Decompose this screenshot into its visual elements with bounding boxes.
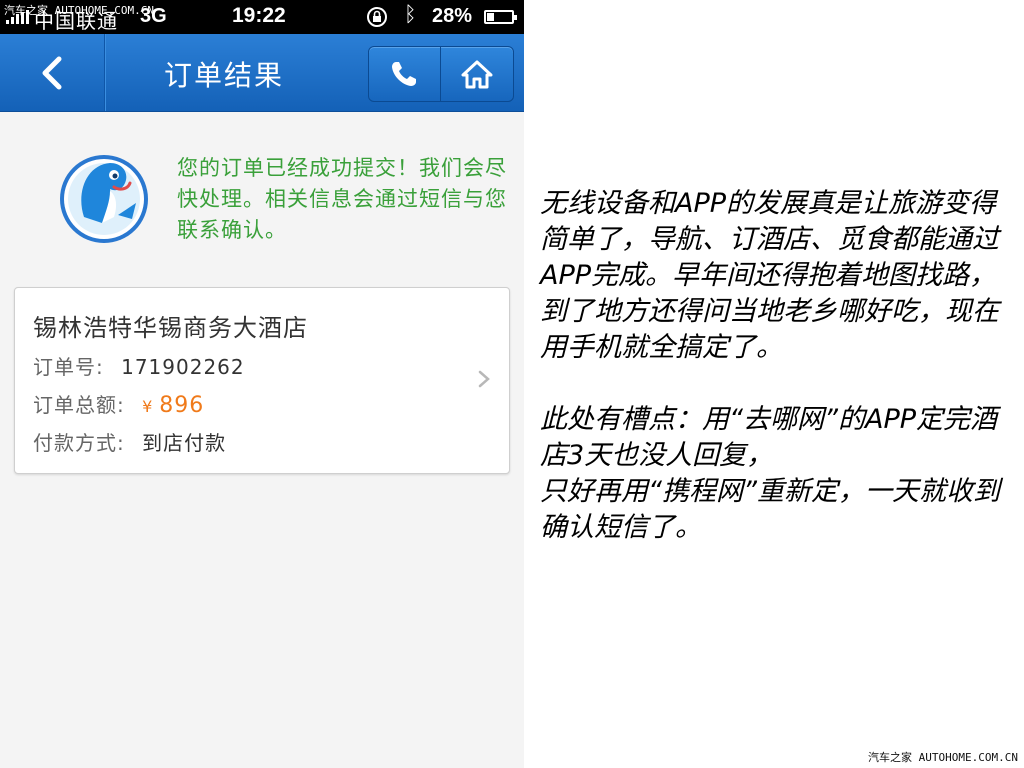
home-button[interactable]	[441, 47, 512, 101]
phone-screen: 中国联通 3G 19:22 ᛒ 28% 汽车之家 AUTOHOME.COM.CN…	[0, 0, 524, 768]
order-number-label: 订单号:	[33, 355, 104, 379]
chevron-left-icon	[42, 56, 62, 90]
back-button[interactable]	[0, 34, 105, 111]
watermark-bottom: 汽车之家 AUTOHOME.COM.CN	[868, 751, 1018, 764]
order-card[interactable]: 锡林浩特华锡商务大酒店 订单号: 171902262 订单总额: ¥896 付款…	[14, 287, 510, 474]
order-total-value: 896	[159, 393, 205, 418]
dolphin-mascot-icon	[60, 155, 148, 243]
battery-icon	[484, 10, 517, 24]
order-number-value: 171902262	[121, 355, 245, 379]
success-message: 您的订单已经成功提交！我们会尽快处理。相关信息会通过短信与您联系确认。	[177, 156, 507, 242]
order-number-row: 订单号: 171902262	[33, 351, 245, 380]
nav-bar: 订单结果	[0, 34, 524, 112]
watermark-top: 汽车之家 AUTOHOME.COM.CN	[4, 4, 154, 17]
battery-percent: 28%	[432, 5, 473, 27]
status-time: 19:22	[232, 4, 286, 27]
nav-action-group	[368, 46, 514, 102]
chevron-right-icon	[478, 370, 490, 388]
rotation-lock-icon	[367, 7, 387, 27]
commentary-paragraph-2-line-2: 只好再用“携程网”重新定，一天就收到确认短信了。	[540, 476, 1000, 543]
commentary-paragraph-2-line-1: 此处有槽点：用“去哪网”的APP定完酒店3天也没人回复，	[540, 404, 998, 471]
phone-icon	[392, 62, 416, 86]
home-icon	[461, 60, 493, 89]
payment-method-label: 付款方式:	[33, 431, 125, 455]
payment-method-value: 到店付款	[142, 431, 227, 455]
page-title: 订单结果	[163, 59, 284, 92]
payment-method-row: 付款方式: 到店付款	[33, 427, 226, 456]
success-message-area: 您的订单已经成功提交！我们会尽快处理。相关信息会通过短信与您联系确认。	[0, 111, 524, 281]
order-total-row: 订单总额: ¥896	[33, 389, 204, 418]
hotel-name: 锡林浩特华锡商务大酒店	[33, 314, 308, 342]
order-total-label: 订单总额:	[33, 393, 125, 417]
commentary-text: 无线设备和APP的发展真是让旅游变得简单了，导航、订酒店、觅食都能通过APP完成…	[540, 186, 1020, 546]
call-button[interactable]	[369, 47, 441, 101]
currency-symbol: ¥	[142, 397, 154, 416]
bluetooth-icon: ᛒ	[404, 3, 417, 26]
commentary-paragraph-1: 无线设备和APP的发展真是让旅游变得简单了，导航、订酒店、觅食都能通过APP完成…	[540, 188, 999, 363]
